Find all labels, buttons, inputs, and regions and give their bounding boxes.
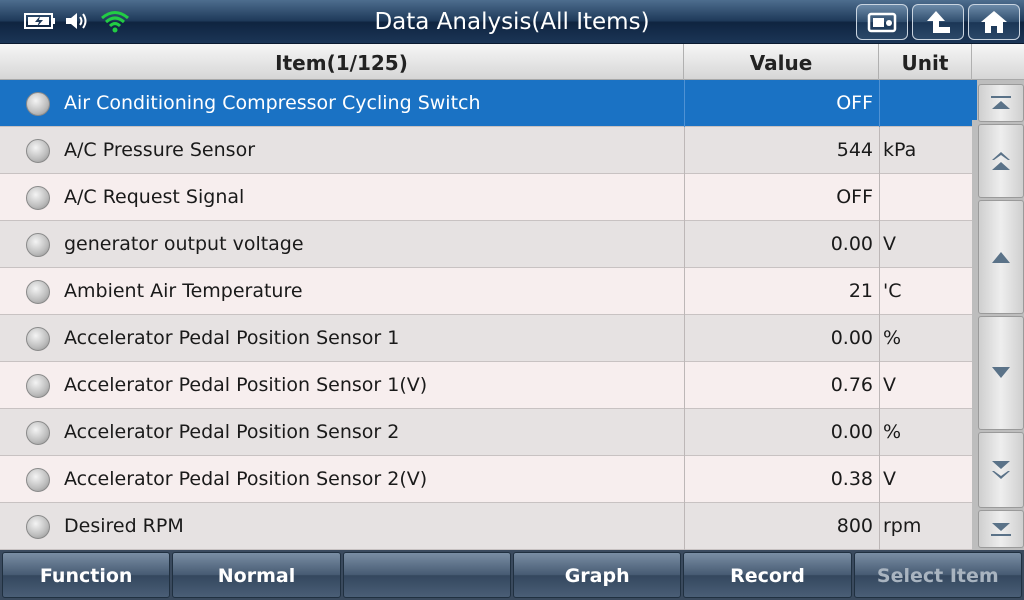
scrollbar-thumb[interactable] xyxy=(972,80,977,120)
scroll-down-button[interactable] xyxy=(978,316,1024,430)
row-radio-icon[interactable] xyxy=(26,374,50,398)
select-item-button[interactable]: Select Item xyxy=(853,552,1022,598)
row-unit: rpm xyxy=(879,503,972,550)
table-row[interactable]: Accelerator Pedal Position Sensor 1 0.00… xyxy=(0,315,972,362)
table-row[interactable]: Accelerator Pedal Position Sensor 2 0.00… xyxy=(0,409,972,456)
double-chevron-down-icon xyxy=(992,461,1010,479)
row-radio-icon[interactable] xyxy=(26,515,50,539)
row-item-name: generator output voltage xyxy=(64,233,304,255)
row-radio-icon[interactable] xyxy=(26,233,50,257)
bottom-toolbar: Function Normal Graph Record Select Item xyxy=(0,550,1024,600)
row-unit: 'C xyxy=(879,268,972,315)
row-item-name: Accelerator Pedal Position Sensor 2 xyxy=(64,421,400,443)
row-item-name: Accelerator Pedal Position Sensor 1 xyxy=(64,327,400,349)
screenshot-button[interactable] xyxy=(856,4,908,40)
row-unit: % xyxy=(879,409,972,456)
row-unit: V xyxy=(879,456,972,503)
row-radio-icon[interactable] xyxy=(26,92,50,116)
table-row[interactable]: Desired RPM 800 rpm xyxy=(0,503,972,550)
column-header-item: Item(1/125) xyxy=(0,44,684,80)
scroll-to-bottom-icon xyxy=(991,523,1011,536)
row-unit: V xyxy=(879,221,972,268)
top-buttons xyxy=(856,4,1020,40)
row-radio-icon[interactable] xyxy=(26,327,50,351)
column-header-unit: Unit xyxy=(879,44,972,80)
row-item-name: Accelerator Pedal Position Sensor 2(V) xyxy=(64,468,428,490)
triangle-down-icon xyxy=(992,367,1010,378)
table-row[interactable]: A/C Request Signal OFF xyxy=(0,174,972,221)
back-arrow-icon xyxy=(927,11,950,33)
home-icon xyxy=(981,11,1007,33)
table-header: Item(1/125) Value Unit xyxy=(0,44,1024,80)
scroll-column xyxy=(972,80,1024,550)
row-radio-icon[interactable] xyxy=(26,468,50,492)
row-value: OFF xyxy=(684,174,879,221)
row-item-name: Air Conditioning Compressor Cycling Swit… xyxy=(64,92,481,114)
back-button[interactable] xyxy=(912,4,964,40)
table-row[interactable]: Air Conditioning Compressor Cycling Swit… xyxy=(0,80,972,127)
row-item-name: Desired RPM xyxy=(64,515,184,537)
row-radio-icon[interactable] xyxy=(26,139,50,163)
triangle-up-icon xyxy=(992,252,1010,263)
page-up-button[interactable] xyxy=(978,124,1024,198)
table-row[interactable]: Ambient Air Temperature 21 'C xyxy=(0,268,972,315)
row-radio-icon[interactable] xyxy=(26,186,50,210)
screenshot-icon xyxy=(867,12,897,33)
row-item-name: Ambient Air Temperature xyxy=(64,280,303,302)
row-value: 544 xyxy=(684,127,879,174)
row-value: 0.76 xyxy=(684,362,879,409)
table-row[interactable]: Accelerator Pedal Position Sensor 1(V) 0… xyxy=(0,362,972,409)
page-down-button[interactable] xyxy=(978,432,1024,508)
function-button[interactable]: Function xyxy=(2,552,171,598)
row-value: 0.00 xyxy=(684,315,879,362)
title-bar: Data Analysis(All Items) xyxy=(0,0,1024,44)
table-rows: Air Conditioning Compressor Cycling Swit… xyxy=(0,80,972,550)
row-unit xyxy=(879,174,972,221)
graph-button[interactable]: Graph xyxy=(512,552,682,598)
scroll-bottom-button[interactable] xyxy=(978,510,1024,548)
row-unit: V xyxy=(879,362,972,409)
column-header-value: Value xyxy=(684,44,879,80)
row-value: 0.00 xyxy=(684,409,879,456)
data-table: Item(1/125) Value Unit Air Conditioning … xyxy=(0,44,1024,550)
table-row[interactable]: A/C Pressure Sensor 544 kPa xyxy=(0,127,972,174)
scroll-up-button[interactable] xyxy=(978,200,1024,314)
row-item-name: A/C Request Signal xyxy=(64,186,245,208)
row-value: 0.38 xyxy=(684,456,879,503)
record-button[interactable]: Record xyxy=(683,552,852,598)
home-button[interactable] xyxy=(968,4,1020,40)
scroll-top-button[interactable] xyxy=(978,84,1024,122)
row-unit: % xyxy=(879,315,972,362)
row-value: OFF xyxy=(684,80,879,127)
row-item-name: A/C Pressure Sensor xyxy=(64,139,256,161)
row-item-name: Accelerator Pedal Position Sensor 1(V) xyxy=(64,374,428,396)
table-row[interactable]: generator output voltage 0.00 V xyxy=(0,221,972,268)
row-unit: kPa xyxy=(879,127,972,174)
row-radio-icon[interactable] xyxy=(26,421,50,445)
table-row[interactable]: Accelerator Pedal Position Sensor 2(V) 0… xyxy=(0,456,972,503)
normal-button[interactable]: Normal xyxy=(172,552,341,598)
double-chevron-up-icon xyxy=(992,152,1010,170)
row-value: 800 xyxy=(684,503,879,550)
row-value: 0.00 xyxy=(684,221,879,268)
column-header-blank xyxy=(972,44,1024,80)
scroll-to-top-icon xyxy=(991,96,1011,109)
row-unit xyxy=(879,80,972,127)
blank-button[interactable] xyxy=(342,552,511,598)
row-value: 21 xyxy=(684,268,879,315)
row-radio-icon[interactable] xyxy=(26,280,50,304)
